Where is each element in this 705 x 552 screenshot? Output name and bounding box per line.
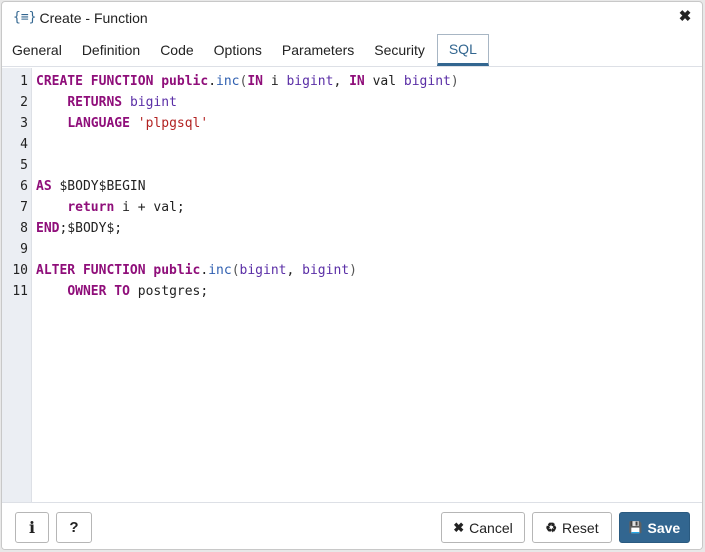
tab-security[interactable]: Security [364,34,435,66]
code-token: ALTER FUNCTION [36,263,154,278]
line-number: 5 [20,158,28,173]
code-token: 'plpgsql' [137,116,209,131]
cancel-label: Cancel [469,519,513,536]
code-token: ;$BODY$; [59,221,123,236]
code-token: inc [208,263,232,278]
save-label: Save [647,519,681,536]
code-token: ) [450,74,459,89]
line-number: 6 [20,179,28,194]
code-token: OWNER TO [67,284,130,299]
line-number: 7 [20,200,28,215]
line-number: 1 [20,74,28,89]
tab-definition[interactable]: Definition [72,34,150,66]
tab-general[interactable]: General [2,34,72,66]
code-token: bigint [239,263,287,278]
code-token: $BODY$BEGIN [51,179,146,194]
create-function-dialog: {≡} Create - Function ✖ General Definiti… [1,1,703,550]
code-token: ( [231,263,240,278]
info-button[interactable]: i [15,512,49,543]
code-token: RETURNS [67,95,123,110]
code-token: AS [36,179,52,194]
help-button[interactable]: ? [56,512,92,543]
code-token: i [263,74,287,89]
tab-sql[interactable]: SQL [436,34,489,66]
line-number: 9 [20,242,28,257]
code-line: END;$BODY$; [36,218,702,239]
code-token: val [364,74,404,89]
tab-parameters[interactable]: Parameters [272,34,364,66]
line-number: 11 [12,284,28,299]
code-token: CREATE FUNCTION [36,74,162,89]
dialog-footer: i ? ✖ Cancel ♻ Reset 💾 Save [2,502,702,549]
code-token: ) [349,263,357,278]
tab-bar: General Definition Code Options Paramete… [2,34,702,67]
info-icon: i [28,518,36,537]
reset-button[interactable]: ♻ Reset [532,512,612,543]
cancel-button[interactable]: ✖ Cancel [441,512,525,543]
code-token: postgres; [129,284,209,299]
code-line: CREATE FUNCTION public.inc(IN i bigint, … [36,71,702,92]
code-token: public [153,263,201,278]
code-token: inc [216,74,240,89]
code-token: . [208,74,217,89]
code-line: LANGUAGE 'plpgsql' [36,113,702,134]
code-line: AS $BODY$BEGIN [36,176,702,197]
code-line: ALTER FUNCTION public.inc(bigint, bigint… [36,260,702,281]
tab-code[interactable]: Code [150,34,203,66]
dialog-titlebar[interactable]: {≡} Create - Function ✖ [2,2,702,33]
sql-editor[interactable]: 1 2 3 4 5 6 7 8 9 10 11 CREATE FUNCTION public.inc… [2,68,702,505]
code-token: bigint [302,263,350,278]
reset-label: Reset [562,519,599,536]
function-icon: {≡} [13,10,37,25]
code-token: , [333,74,350,89]
close-icon[interactable]: ✖ [678,9,692,24]
code-token: bigint [403,74,451,89]
recycle-icon: ♻ [545,519,558,535]
line-number: 4 [20,137,28,152]
code-token: public [161,74,209,89]
code-token: bigint [286,74,334,89]
code-token: END [36,221,60,236]
line-number: 8 [20,221,28,236]
code-token: IN [349,74,365,89]
code-token: LANGUAGE [67,116,130,131]
sql-code-area[interactable]: CREATE FUNCTION public.inc(IN i bigint, … [32,68,702,505]
save-button[interactable]: 💾 Save [619,512,690,543]
close-icon: ✖ [453,519,465,535]
help-icon: ? [69,519,79,536]
code-token: i + val; [114,200,185,215]
line-number: 2 [20,95,28,110]
line-number: 10 [12,263,28,278]
code-line: OWNER TO postgres; [36,281,702,302]
dialog-title: Create - Function [39,9,148,26]
line-number: 3 [20,116,28,131]
tab-options[interactable]: Options [204,34,272,66]
code-line: RETURNS bigint [36,92,702,113]
code-token: IN [247,74,263,89]
code-token: bigint [129,95,177,110]
line-number-gutter: 1 2 3 4 5 6 7 8 9 10 11 [2,68,32,505]
code-token: return [67,200,115,215]
code-token: , [286,263,303,278]
floppy-disk-icon: 💾 [628,522,643,534]
code-line: return i + val; [36,197,702,218]
